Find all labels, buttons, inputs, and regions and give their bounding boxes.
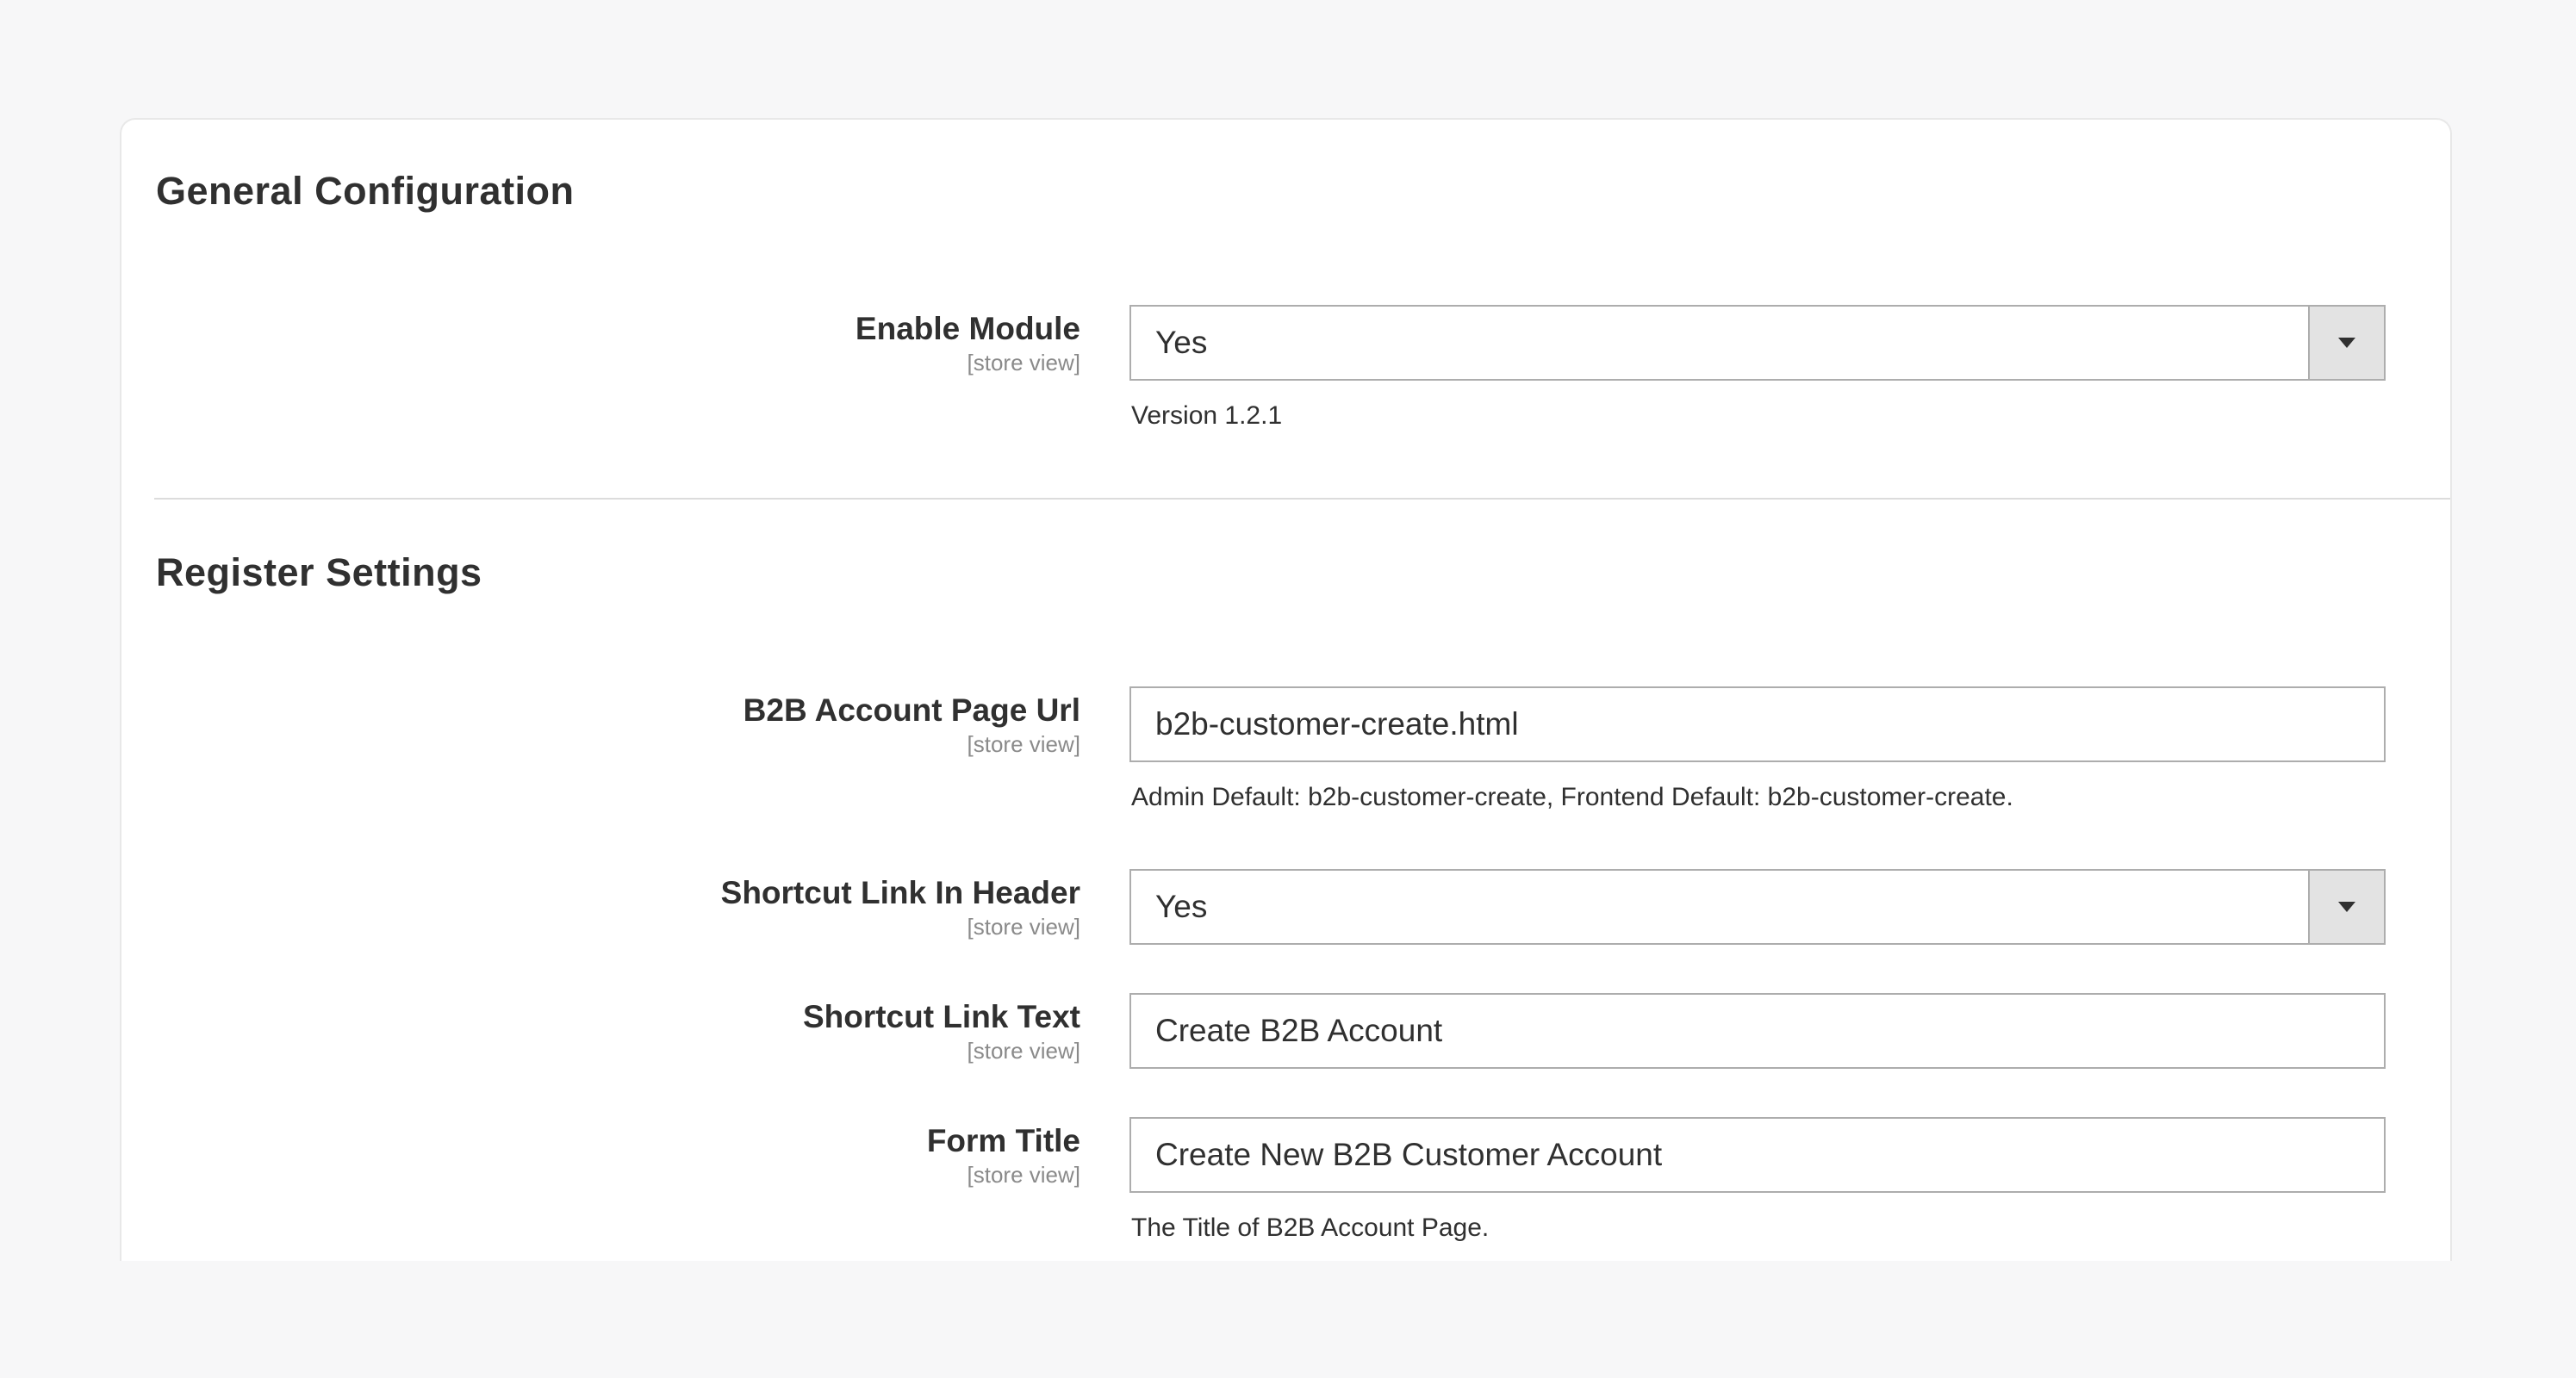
enable-module-select[interactable]: Yes (1129, 305, 2386, 381)
shortcut-link-text-label: Shortcut Link Text (802, 999, 1080, 1034)
form-title-input[interactable]: Create New B2B Customer Account (1129, 1117, 2386, 1193)
section-title-general-configuration: General Configuration (156, 169, 575, 213)
form-title-label: Form Title (926, 1123, 1080, 1158)
enable-module-scope: [store view] (967, 349, 1081, 376)
chevron-down-icon[interactable] (2308, 871, 2384, 943)
section-divider (154, 498, 2450, 500)
field-label-block: B2B Account Page Url [store view] (305, 692, 1081, 759)
account-page-url-value: b2b-customer-create.html (1155, 706, 1519, 742)
enable-module-note: Version 1.2.1 (1131, 401, 1283, 430)
shortcut-link-header-scope: [store view] (967, 913, 1081, 940)
shortcut-link-header-select[interactable]: Yes (1129, 869, 2386, 945)
enable-module-label: Enable Module (855, 311, 1080, 346)
account-page-url-input[interactable]: b2b-customer-create.html (1129, 686, 2386, 762)
enable-module-value: Yes (1155, 325, 1208, 360)
account-page-url-label: B2B Account Page Url (743, 692, 1080, 728)
form-title-value: Create New B2B Customer Account (1155, 1137, 1663, 1172)
account-page-url-scope: [store view] (967, 730, 1081, 757)
field-label-block: Shortcut Link Text [store view] (305, 999, 1081, 1065)
form-title-scope: [store view] (967, 1161, 1081, 1188)
section-title-register-settings: Register Settings (156, 550, 482, 594)
shortcut-link-header-label: Shortcut Link In Header (720, 875, 1080, 910)
shortcut-link-header-value: Yes (1155, 889, 1208, 924)
field-label-block: Shortcut Link In Header [store view] (305, 875, 1081, 941)
chevron-down-icon[interactable] (2308, 307, 2384, 379)
field-label-block: Enable Module [store view] (305, 311, 1081, 377)
form-title-note: The Title of B2B Account Page. (1131, 1214, 1490, 1242)
shortcut-link-text-input[interactable]: Create B2B Account (1129, 993, 2386, 1069)
config-panel: General Configuration Enable Module [sto… (120, 118, 2452, 1261)
shortcut-link-text-value: Create B2B Account (1155, 1013, 1443, 1048)
account-page-url-note: Admin Default: b2b-customer-create, Fron… (1131, 783, 2013, 811)
field-label-block: Form Title [store view] (305, 1123, 1081, 1189)
shortcut-link-text-scope: [store view] (967, 1037, 1081, 1064)
